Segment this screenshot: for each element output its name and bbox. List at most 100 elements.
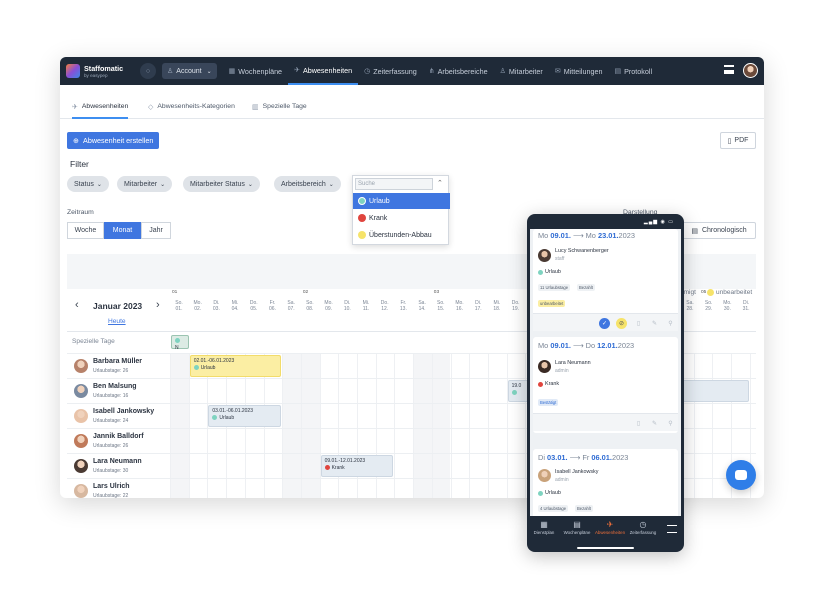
to-date: 06.01. <box>591 453 612 462</box>
chevron-down-icon: ⌄ <box>206 68 212 75</box>
chronological-button[interactable]: ▤ Chronologisch <box>682 222 756 239</box>
nav-mitarbeiter[interactable]: ♙ Mitarbeiter <box>494 57 549 85</box>
zoom-icon[interactable]: ⚲ <box>665 318 676 329</box>
filter-mitarbeiter-status[interactable]: Mitarbeiter Status ⌄ <box>183 176 260 192</box>
nav-zeiterfassung[interactable]: ◷ Zeiterfassung <box>358 57 423 85</box>
dropdown-search-input[interactable]: Suche <box>355 178 433 190</box>
grid-line <box>319 354 321 378</box>
nav-label: Mitteilungen <box>563 66 603 76</box>
tab-spezielle-tage[interactable]: ▥ Spezielle Tage <box>252 103 307 119</box>
grid-line <box>749 429 751 453</box>
today-link[interactable]: Heute <box>108 318 126 325</box>
plane-icon: ✈ <box>72 104 78 111</box>
phone-nav-dienstplan[interactable]: ▦ Dienstplan <box>529 520 559 535</box>
tab-abwesenheiten[interactable]: ✈ Abwesenheiten <box>72 103 129 119</box>
range-monat[interactable]: Monat <box>104 222 141 239</box>
tab-kategorien[interactable]: ◇ Abwesenheits-Kategorien <box>148 103 235 119</box>
week-number: 03 <box>433 290 440 295</box>
vacation-days: Urlaubstage: 22 <box>93 493 129 498</box>
day-number: 03. <box>212 306 220 312</box>
nav-wochenplaene[interactable]: ▦ Wochenpläne <box>223 57 288 85</box>
day-column-header: Do. 05. <box>245 300 263 312</box>
grid-line <box>469 354 471 378</box>
edit-icon[interactable]: ✎ <box>649 418 660 429</box>
grid-line <box>693 404 695 428</box>
phone-nav-zeiterfassung[interactable]: ◷ Zeiterfassung <box>628 520 658 535</box>
grid-line <box>712 354 714 378</box>
absence-bar[interactable]: 03.01.-06.01.2023 Urlaub <box>208 405 282 427</box>
chevron-left-icon[interactable]: ‹ <box>75 299 79 311</box>
avatar <box>74 434 88 448</box>
grid-line <box>375 429 377 453</box>
grid-line <box>282 379 284 403</box>
edit-icon[interactable]: ✎ <box>649 318 660 329</box>
grid-line <box>749 354 751 378</box>
chevron-up-icon[interactable]: ⌃ <box>437 179 443 187</box>
weekend-cell <box>282 354 301 378</box>
phone-bottom-nav: ▦ Dienstplan ▤ Wochenpläne ✈ Abwesenheiten … <box>527 516 684 544</box>
status-dot-icon <box>358 197 366 205</box>
absence-card[interactable]: Di 03.01. ⟶ Fr 06.01.2023 Isabell Jankow… <box>533 449 678 516</box>
pending-icon[interactable]: ⊘ <box>616 318 627 329</box>
weekend-cell <box>413 454 432 478</box>
status-dot-icon <box>212 415 218 421</box>
approve-icon[interactable]: ✓ <box>599 318 610 329</box>
day-column-header: Di. 31. <box>737 300 755 312</box>
chart-icon: ▥ <box>252 104 259 111</box>
day-number: 12. <box>381 306 389 312</box>
range-jahr[interactable]: Jahr <box>141 222 171 239</box>
nav-label: Zeiterfassung <box>373 66 417 76</box>
day-column-header: So. 01. <box>170 300 188 312</box>
file-icon: ▯ <box>727 137 732 145</box>
grid-line <box>188 404 190 428</box>
range-woche[interactable]: Woche <box>67 222 104 239</box>
grid-line <box>375 404 377 428</box>
grid-line <box>226 479 228 498</box>
nav-abwesenheiten[interactable]: ✈ Abwesenheiten <box>288 57 359 85</box>
hamburger-menu-icon[interactable] <box>724 65 734 74</box>
absence-bar[interactable]: 09.01.-12.01.2023 Krank <box>320 455 394 477</box>
grid-line <box>431 479 433 498</box>
search-icon[interactable]: ○ <box>140 63 156 79</box>
absence-card[interactable]: Mo 09.01. ⟶ Mo 23.01.2023 Lucy Schwanenb… <box>533 229 678 331</box>
zoom-icon[interactable]: ⚲ <box>665 418 676 429</box>
phone-nav-wochenplaene[interactable]: ▤ Wochenpläne <box>562 520 592 535</box>
trash-icon[interactable]: ▯ <box>633 318 644 329</box>
from-day: Di <box>538 453 545 462</box>
create-absence-button[interactable]: ⊕ Abwesenheit erstellen <box>67 132 160 149</box>
grid-line <box>207 429 209 453</box>
filter-mitarbeiter[interactable]: Mitarbeiter ⌄ <box>117 176 173 192</box>
chat-bubble-icon[interactable] <box>726 460 756 490</box>
vacation-days: Urlaubstage: 26 <box>93 368 129 374</box>
card-actions: ▯ ✎ ⚲ <box>533 413 678 431</box>
brand-logo[interactable]: Staffomatic by easypep <box>66 64 136 78</box>
account-dropdown[interactable]: ♙ Account ⌄ <box>162 63 217 79</box>
nav-protokoll[interactable]: ▤ Protokoll <box>608 57 658 85</box>
grid-line <box>375 479 377 498</box>
phone-menu-icon[interactable] <box>667 525 677 533</box>
avatar[interactable] <box>743 63 758 78</box>
special-day-chip[interactable]: N <box>171 335 189 351</box>
filter-arbeitsbereich[interactable]: Arbeitsbereich ⌄ <box>274 176 341 192</box>
grid-line <box>170 354 171 378</box>
nav-mitteilungen[interactable]: ✉ Mitteilungen <box>549 57 609 85</box>
nav-arbeitsbereiche[interactable]: ⋔ Arbeitsbereiche <box>423 57 494 85</box>
absence-bar[interactable]: 02.01.-06.01.2023 Urlaub <box>189 355 282 377</box>
filter-status[interactable]: Status ⌄ <box>67 176 109 192</box>
days-tag: 4 Urlaubstage <box>538 505 569 512</box>
absence-card[interactable]: Mo 09.01. ⟶ Do 12.01.2023 Lara Neumann a… <box>533 337 678 433</box>
phone-nav-label: Zeiterfassung <box>629 530 657 535</box>
status-dot-icon <box>358 214 366 222</box>
trash-icon[interactable]: ▯ <box>633 418 644 429</box>
option-urlaub[interactable]: Urlaub <box>353 193 450 209</box>
option-krank[interactable]: Krank <box>353 210 450 226</box>
employee-name: Ben Malsung <box>93 383 137 390</box>
year: 2023 <box>611 453 629 462</box>
pdf-button[interactable]: ▯ PDF <box>720 132 756 149</box>
grid-line <box>244 479 246 498</box>
phone-nav-abwesenheiten[interactable]: ✈ Abwesenheiten <box>595 520 625 535</box>
chevron-right-icon[interactable]: › <box>156 299 160 311</box>
grid-line <box>207 379 209 403</box>
option-ueberstunden[interactable]: Überstunden-Abbau <box>353 227 450 243</box>
weekend-cell <box>413 479 432 498</box>
